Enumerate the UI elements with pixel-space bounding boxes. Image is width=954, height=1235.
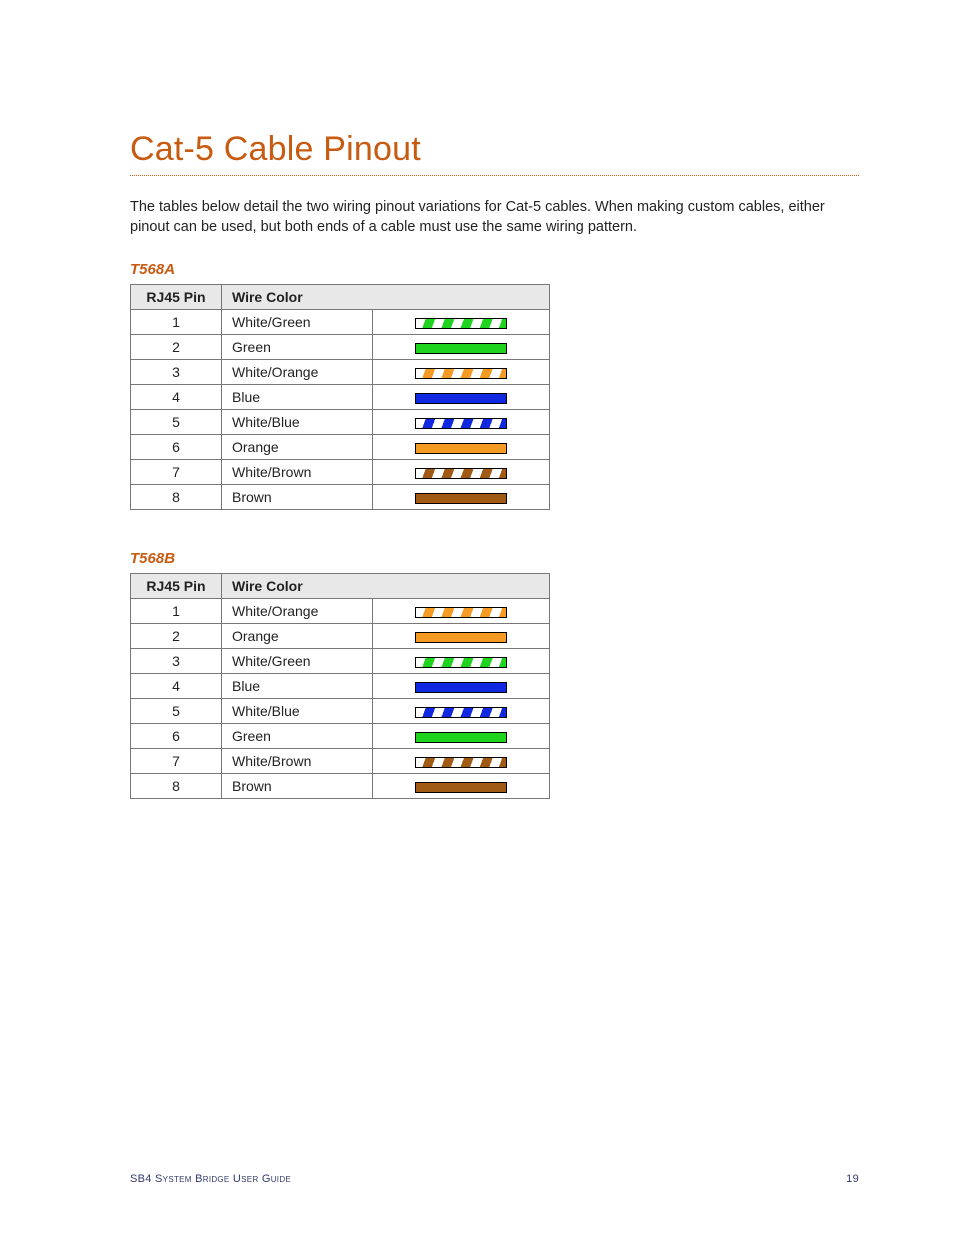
wire-color-swatch-cell — [373, 774, 550, 799]
wire-color-swatch — [415, 682, 507, 693]
wire-color-swatch — [415, 607, 507, 618]
wire-color-name: Green — [222, 724, 373, 749]
wire-color-swatch — [415, 757, 507, 768]
wire-color-swatch-cell — [373, 699, 550, 724]
wire-color-swatch-cell — [373, 435, 550, 460]
pin-number: 6 — [131, 435, 222, 460]
wire-color-swatch — [415, 732, 507, 743]
wire-color-swatch-cell — [373, 460, 550, 485]
wire-color-swatch — [415, 418, 507, 429]
wire-color-swatch-cell — [373, 385, 550, 410]
table-row: 6Orange — [131, 435, 550, 460]
table-row: 4Blue — [131, 674, 550, 699]
column-header-pin: RJ45 Pin — [131, 574, 222, 599]
table-row: 3White/Green — [131, 649, 550, 674]
wire-color-swatch — [415, 393, 507, 404]
pin-number: 5 — [131, 699, 222, 724]
wire-color-swatch — [415, 343, 507, 354]
pin-number: 4 — [131, 385, 222, 410]
wire-color-name: White/Brown — [222, 749, 373, 774]
title-rule — [130, 175, 859, 176]
column-header-color: Wire Color — [222, 285, 550, 310]
wire-color-swatch — [415, 368, 507, 379]
wire-color-swatch — [415, 782, 507, 793]
pin-number: 7 — [131, 460, 222, 485]
table-row: 8Brown — [131, 485, 550, 510]
pin-number: 4 — [131, 674, 222, 699]
section-label: T568A — [130, 261, 859, 278]
wire-color-swatch-cell — [373, 649, 550, 674]
table-row: 1White/Orange — [131, 599, 550, 624]
wire-color-swatch-cell — [373, 724, 550, 749]
wire-color-swatch — [415, 318, 507, 329]
wire-color-swatch-cell — [373, 310, 550, 335]
wire-color-swatch — [415, 632, 507, 643]
table-row: 2Green — [131, 335, 550, 360]
pin-number: 6 — [131, 724, 222, 749]
page-footer: SB4 System Bridge User Guide 19 — [130, 1173, 859, 1185]
table-row: 2Orange — [131, 624, 550, 649]
wire-color-swatch — [415, 707, 507, 718]
tables-container: T568ARJ45 PinWire Color1White/Green2Gree… — [130, 261, 859, 799]
wire-color-swatch-cell — [373, 749, 550, 774]
wire-color-swatch-cell — [373, 360, 550, 385]
column-header-color: Wire Color — [222, 574, 550, 599]
wire-color-name: White/Green — [222, 310, 373, 335]
wire-color-swatch-cell — [373, 485, 550, 510]
wire-color-name: White/Blue — [222, 699, 373, 724]
pin-number: 3 — [131, 649, 222, 674]
pinout-table: RJ45 PinWire Color1White/Green2Green3Whi… — [130, 284, 550, 510]
pin-number: 2 — [131, 624, 222, 649]
wire-color-name: White/Blue — [222, 410, 373, 435]
wire-color-name: White/Brown — [222, 460, 373, 485]
document-page: Cat-5 Cable Pinout The tables below deta… — [0, 0, 954, 1235]
table-row: 5White/Blue — [131, 699, 550, 724]
wire-color-name: Green — [222, 335, 373, 360]
wire-color-name: White/Orange — [222, 599, 373, 624]
wire-color-swatch-cell — [373, 599, 550, 624]
footer-page-number: 19 — [846, 1173, 859, 1185]
wire-color-swatch-cell — [373, 410, 550, 435]
wire-color-swatch-cell — [373, 674, 550, 699]
table-row: 7White/Brown — [131, 460, 550, 485]
wire-color-name: Blue — [222, 385, 373, 410]
wire-color-swatch — [415, 443, 507, 454]
wire-color-swatch — [415, 493, 507, 504]
page-title: Cat-5 Cable Pinout — [130, 130, 859, 169]
pin-number: 1 — [131, 310, 222, 335]
wire-color-name: Brown — [222, 774, 373, 799]
column-header-pin: RJ45 Pin — [131, 285, 222, 310]
wire-color-swatch — [415, 468, 507, 479]
section-label: T568B — [130, 550, 859, 567]
wire-color-swatch-cell — [373, 335, 550, 360]
wire-color-name: Orange — [222, 624, 373, 649]
pin-number: 7 — [131, 749, 222, 774]
pin-number: 5 — [131, 410, 222, 435]
wire-color-name: White/Orange — [222, 360, 373, 385]
pin-number: 2 — [131, 335, 222, 360]
table-row: 4Blue — [131, 385, 550, 410]
pinout-table: RJ45 PinWire Color1White/Orange2Orange3W… — [130, 573, 550, 799]
wire-color-name: Brown — [222, 485, 373, 510]
wire-color-swatch-cell — [373, 624, 550, 649]
table-row: 8Brown — [131, 774, 550, 799]
table-row: 1White/Green — [131, 310, 550, 335]
intro-paragraph: The tables below detail the two wiring p… — [130, 198, 859, 237]
wire-color-name: Blue — [222, 674, 373, 699]
pin-number: 1 — [131, 599, 222, 624]
wire-color-name: Orange — [222, 435, 373, 460]
pin-number: 3 — [131, 360, 222, 385]
pin-number: 8 — [131, 485, 222, 510]
table-row: 6Green — [131, 724, 550, 749]
table-row: 5White/Blue — [131, 410, 550, 435]
footer-guide-name: SB4 System Bridge User Guide — [130, 1173, 291, 1185]
wire-color-swatch — [415, 657, 507, 668]
wire-color-name: White/Green — [222, 649, 373, 674]
table-row: 7White/Brown — [131, 749, 550, 774]
pin-number: 8 — [131, 774, 222, 799]
section-spacer — [130, 510, 859, 550]
table-row: 3White/Orange — [131, 360, 550, 385]
